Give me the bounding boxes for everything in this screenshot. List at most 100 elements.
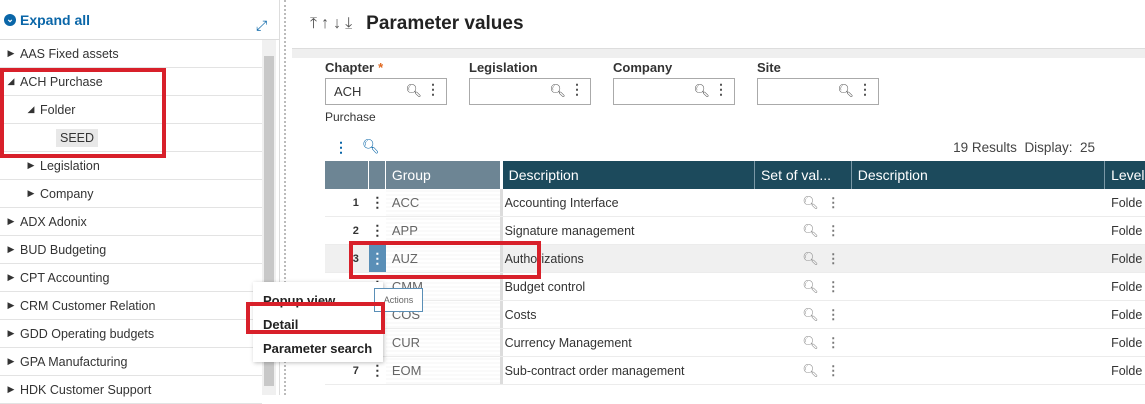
expand-arrow-icon[interactable]: ▶ <box>2 300 20 311</box>
more-actions-icon[interactable]: ⋮ <box>827 195 840 211</box>
expand-arrow-icon[interactable]: ▶ <box>2 328 20 339</box>
search-icon[interactable]: 🔍︎ <box>802 223 819 239</box>
search-icon[interactable]: 🔍︎ <box>837 83 854 99</box>
search-icon[interactable]: 🔍︎ <box>802 279 819 295</box>
tree-item[interactable]: ▶ BUD Budgeting <box>0 236 262 264</box>
expand-arrow-icon[interactable]: ▶ <box>2 272 20 283</box>
search-icon[interactable]: 🔍︎ <box>802 363 819 379</box>
expand-all-button[interactable]: ⌄ Expand all <box>0 0 279 40</box>
more-actions-icon[interactable]: ⋮ <box>858 81 872 98</box>
more-actions-icon[interactable]: ⋮ <box>570 81 584 98</box>
group-cell[interactable]: ACC <box>385 189 503 216</box>
chapter-label: Chapter * <box>325 60 384 75</box>
expand-arrow-icon[interactable]: ▶ <box>2 384 20 395</box>
expand-panel-icon[interactable]: ⤢ <box>256 17 272 33</box>
company-label: Company <box>613 60 673 75</box>
legislation-field[interactable]: 🔍︎ ⋮ <box>469 78 591 105</box>
table-row[interactable]: 7 ⋮ EOM Sub-contract order management 🔍︎ ⋮ Fol… <box>325 357 1145 385</box>
row-actions-icon[interactable]: ⋮ <box>369 217 386 244</box>
level-cell: Folde <box>1111 307 1143 322</box>
header-description[interactable]: Description <box>502 161 755 189</box>
tree-item[interactable]: ▶ AAS Fixed assets <box>0 40 262 68</box>
grid-body: 1 ⋮ ACC Accounting Interface 🔍︎ ⋮ Folde 2 ⋮ APP Si… <box>325 189 1145 385</box>
tree-item[interactable]: ▶ ADX Adonix <box>0 208 262 236</box>
chevron-down-icon: ⌄ <box>4 13 16 26</box>
tree-item[interactable]: ▶ Company <box>0 180 262 208</box>
search-icon[interactable]: 🔍︎ <box>693 83 710 99</box>
grid-search-icon[interactable]: 🔍︎ <box>362 138 380 155</box>
chapter-value: ACH <box>334 84 362 99</box>
table-row[interactable]: 1 ⋮ ACC Accounting Interface 🔍︎ ⋮ Folde <box>325 189 1145 217</box>
set-of-values-cell[interactable]: 🔍︎ ⋮ <box>755 245 852 272</box>
header-level[interactable]: Level <box>1105 161 1145 189</box>
search-icon[interactable]: 🔍︎ <box>802 307 819 323</box>
description-cell: Signature management <box>504 223 635 238</box>
more-actions-icon[interactable]: ⋮ <box>827 279 840 295</box>
tree-item-label: GDD Operating budgets <box>20 326 155 341</box>
group-cell[interactable]: EOM <box>385 357 503 384</box>
grid-header: Group Description Set of val... Descript… <box>325 161 1145 189</box>
grid-actions-icon[interactable]: ⋮ <box>334 139 348 156</box>
more-actions-icon[interactable]: ⋮ <box>827 335 840 351</box>
display-value[interactable]: 25 <box>1080 140 1095 155</box>
tree-item-label: CPT Accounting <box>20 270 110 285</box>
next-record-icon[interactable]: ↓ <box>333 15 341 33</box>
header-row-number <box>325 161 369 189</box>
set-of-values-cell[interactable]: 🔍︎ ⋮ <box>755 189 852 216</box>
search-icon[interactable]: 🔍︎ <box>549 83 566 99</box>
last-record-icon[interactable]: ⤓ <box>345 15 352 33</box>
tree-item[interactable]: ▶ CPT Accounting <box>0 264 262 292</box>
header-group[interactable]: Group <box>385 161 503 189</box>
search-icon[interactable]: 🔍︎ <box>802 251 819 267</box>
tree-item[interactable]: ▶ GPA Manufacturing <box>0 348 262 376</box>
set-of-values-cell[interactable]: 🔍︎ ⋮ <box>755 301 852 328</box>
previous-record-icon[interactable]: ↑ <box>321 15 329 33</box>
header-set-of-values[interactable]: Set of val... <box>754 161 852 189</box>
level-cell: Folde <box>1111 223 1143 238</box>
level-cell: Folde <box>1111 195 1143 210</box>
company-field[interactable]: 🔍︎ ⋮ <box>613 78 735 105</box>
more-actions-icon[interactable]: ⋮ <box>714 81 728 98</box>
set-of-values-cell[interactable]: 🔍︎ ⋮ <box>755 329 852 356</box>
expand-arrow-icon[interactable]: ▶ <box>22 188 40 199</box>
site-field[interactable]: 🔍︎ ⋮ <box>757 78 879 105</box>
level-cell: Folde <box>1111 251 1143 266</box>
table-row[interactable]: ⋮COSCosts🔍︎⋮Folde <box>325 301 1145 329</box>
display-label: Display: <box>1024 140 1073 155</box>
more-actions-icon[interactable]: ⋮ <box>827 223 840 239</box>
tree-item[interactable]: ▶ HDK Customer Support <box>0 376 262 404</box>
set-of-values-cell[interactable]: 🔍︎ ⋮ <box>755 273 852 300</box>
expand-arrow-icon[interactable]: ▶ <box>22 160 40 171</box>
expand-arrow-icon[interactable]: ▶ <box>2 244 20 255</box>
tree-item[interactable]: ▶ GDD Operating budgets <box>0 320 262 348</box>
group-cell[interactable]: APP <box>385 217 503 244</box>
more-actions-icon[interactable]: ⋮ <box>827 363 840 379</box>
set-of-values-cell[interactable]: 🔍︎ ⋮ <box>755 217 852 244</box>
menu-item-parameter-search[interactable]: Parameter search <box>263 336 373 360</box>
row-actions-icon[interactable]: ⋮ <box>369 189 386 216</box>
table-row[interactable]: ⋮ CURCurrency Management 🔍︎ ⋮ Folde <box>325 329 1145 357</box>
set-of-values-cell[interactable]: 🔍︎ ⋮ <box>755 357 852 384</box>
page-title: Parameter values <box>366 13 524 34</box>
tree-item-label: Legislation <box>40 158 100 173</box>
expand-arrow-icon[interactable]: ▶ <box>2 216 20 227</box>
chapter-field[interactable]: ACH 🔍︎ ⋮ <box>325 78 447 105</box>
level-cell: Folde <box>1111 335 1143 350</box>
search-icon[interactable]: 🔍︎ <box>405 83 422 99</box>
more-actions-icon[interactable]: ⋮ <box>426 81 440 98</box>
more-actions-icon[interactable]: ⋮ <box>827 251 840 267</box>
description-2-cell <box>852 357 1105 384</box>
header-description-2[interactable]: Description <box>851 161 1106 189</box>
first-record-icon[interactable]: ⤒ <box>310 15 317 33</box>
more-actions-icon[interactable]: ⋮ <box>827 307 840 323</box>
tree-item-label: HDK Customer Support <box>20 382 152 397</box>
expand-arrow-icon[interactable]: ▶ <box>2 356 20 367</box>
highlight-ach-purchase <box>0 68 166 158</box>
group-cell[interactable]: CUR <box>385 329 503 356</box>
tree-item[interactable]: ▶ CRM Customer Relation <box>0 292 262 320</box>
separator-bar <box>292 48 1145 58</box>
tree-item-label: Company <box>40 186 94 201</box>
search-icon[interactable]: 🔍︎ <box>802 195 819 211</box>
expand-arrow-icon[interactable]: ▶ <box>2 48 20 59</box>
search-icon[interactable]: 🔍︎ <box>802 335 819 351</box>
